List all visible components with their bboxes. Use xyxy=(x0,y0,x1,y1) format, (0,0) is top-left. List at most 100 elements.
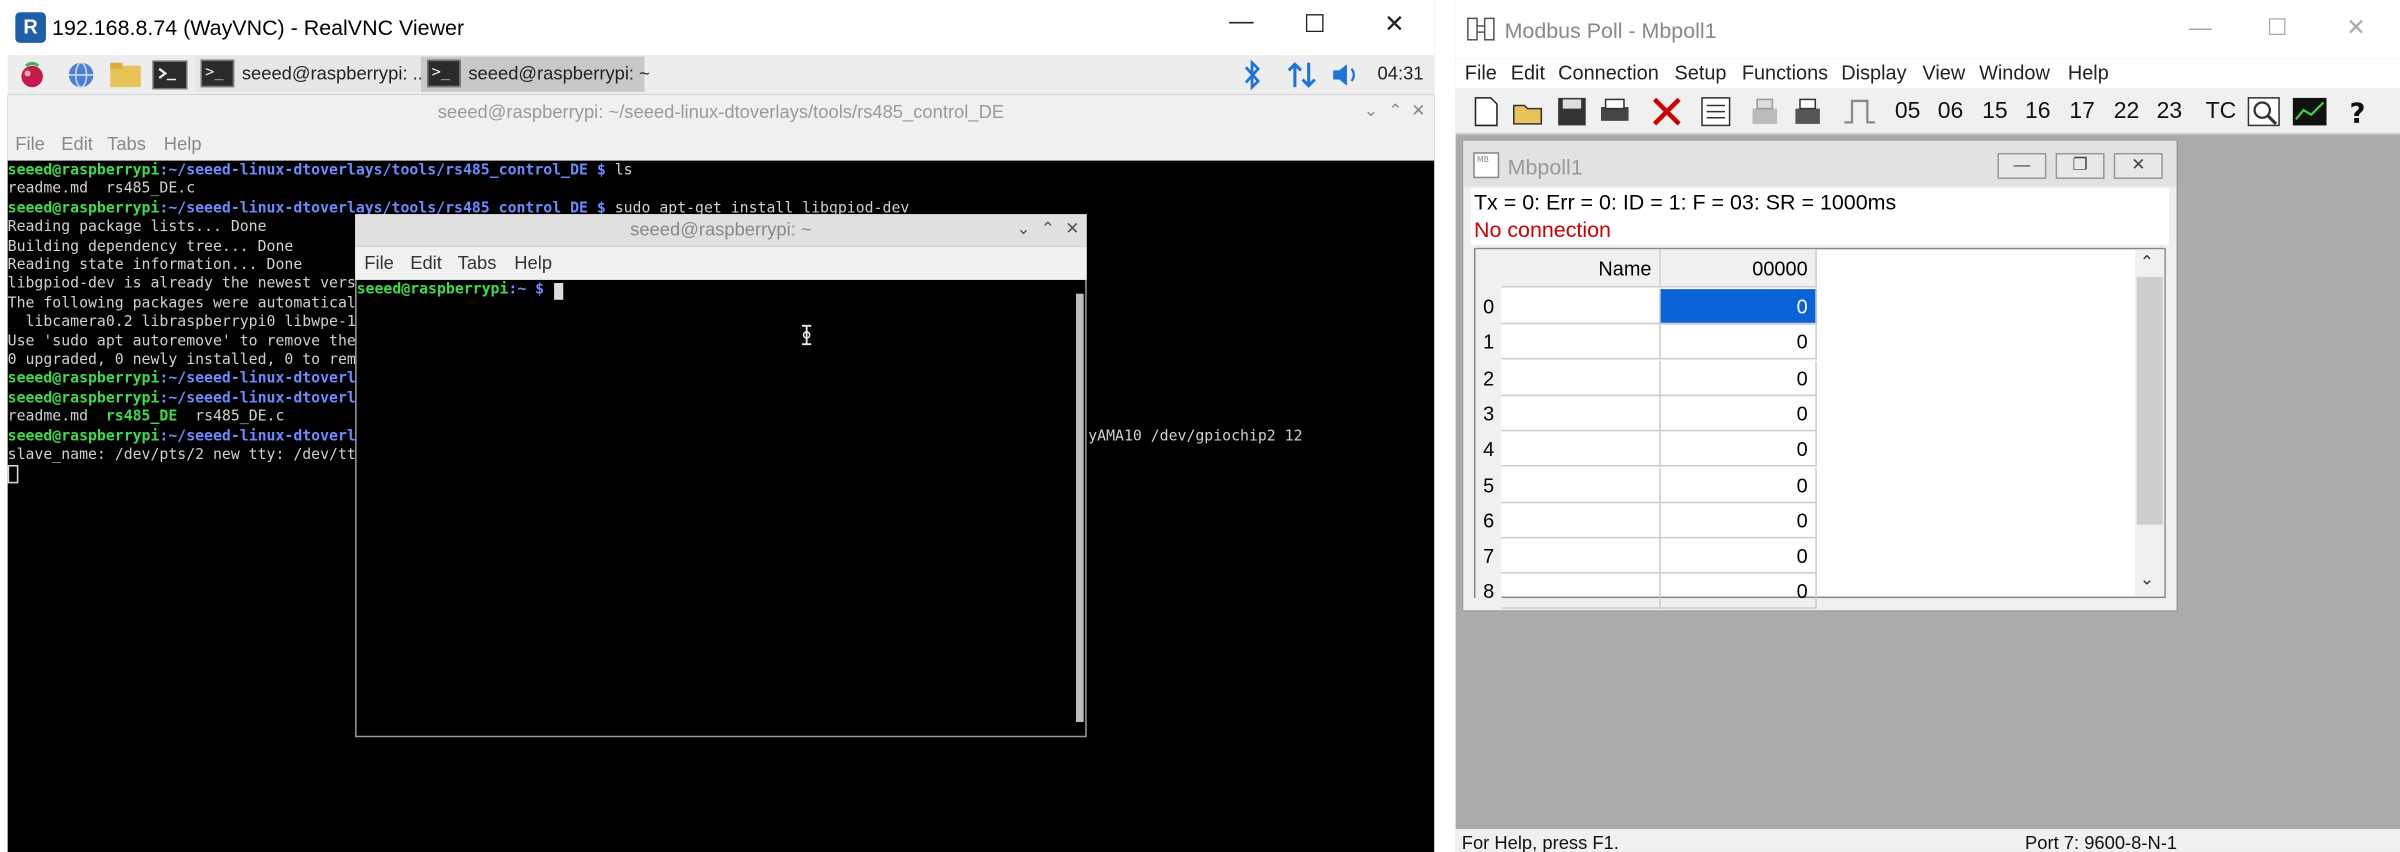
function-05-button[interactable]: 05 xyxy=(1895,98,1921,124)
register-value-cell[interactable]: 0 xyxy=(1660,289,1817,325)
terminal-front-scrollbar[interactable] xyxy=(1076,293,1084,722)
terminal-front-menu-edit[interactable]: Edit xyxy=(410,252,442,273)
scroll-down-icon[interactable]: ⌄ xyxy=(2140,569,2154,589)
terminal-back-maximize-button[interactable]: ⌃ xyxy=(1388,101,1402,120)
register-name-cell[interactable] xyxy=(1501,289,1661,325)
child-restore-button[interactable]: ❐ xyxy=(2055,152,2105,179)
read-device-icon[interactable] xyxy=(1748,96,1782,127)
terminal-back-menu-file[interactable]: File xyxy=(15,133,45,154)
svg-text:?: ? xyxy=(2349,97,2365,127)
printer-device-icon[interactable] xyxy=(1791,96,1825,127)
terminal-front-minimize-button[interactable]: ⌄ xyxy=(1016,219,1030,238)
grid-scroll-thumb[interactable] xyxy=(2136,276,2163,525)
child-close-button[interactable]: ✕ xyxy=(2113,152,2163,179)
row-number[interactable]: 5 xyxy=(1483,473,1494,496)
bluetooth-icon[interactable] xyxy=(1241,59,1262,91)
modbus-window-title: Modbus Poll - Mbpoll1 xyxy=(1504,18,1717,43)
terminal-front-maximize-button[interactable]: ⌃ xyxy=(1041,219,1055,238)
modbus-menu-help[interactable]: Help xyxy=(2068,61,2109,84)
register-value-cell[interactable]: 0 xyxy=(1660,574,1817,610)
terminal-back-title: seeed@raspberrypi: ~/seeed-linux-dtoverl… xyxy=(437,100,1005,123)
modbus-menu-connection[interactable]: Connection xyxy=(1558,61,1659,84)
row-number[interactable]: 4 xyxy=(1483,438,1494,461)
modbus-menu-edit[interactable]: Edit xyxy=(1511,61,1545,84)
row-number[interactable]: 8 xyxy=(1483,580,1494,603)
file-manager-icon[interactable] xyxy=(109,60,141,91)
function-23-button[interactable]: 23 xyxy=(2157,98,2183,124)
register-name-cell[interactable] xyxy=(1501,502,1661,539)
terminal-front-menu-tabs[interactable]: Tabs xyxy=(458,252,497,273)
save-disk-icon[interactable] xyxy=(1555,96,1589,127)
terminal-back-minimize-button[interactable]: ⌄ xyxy=(1364,101,1378,120)
scroll-up-icon[interactable]: ⌃ xyxy=(2140,252,2154,272)
modbus-menu-display[interactable]: Display xyxy=(1841,61,1906,84)
vnc-close-button[interactable]: ✕ xyxy=(1359,9,1429,40)
print-icon[interactable] xyxy=(1598,96,1632,127)
browser-globe-icon[interactable] xyxy=(66,60,97,91)
register-name-cell[interactable] xyxy=(1501,360,1661,396)
register-name-cell[interactable] xyxy=(1501,574,1661,610)
register-value-cell[interactable]: 0 xyxy=(1660,538,1817,574)
register-name-cell[interactable] xyxy=(1501,324,1661,360)
modbus-menu-setup[interactable]: Setup xyxy=(1674,61,1726,84)
window-list-icon[interactable] xyxy=(1699,96,1733,127)
modbus-menu-functions[interactable]: Functions xyxy=(1742,61,1828,84)
register-name-cell[interactable] xyxy=(1501,467,1661,503)
terminal-back-menu-edit[interactable]: Edit xyxy=(61,133,93,154)
traffic-tc-button[interactable]: TC xyxy=(2206,98,2237,124)
column-header-address[interactable]: 00000 xyxy=(1660,249,1817,288)
function-22-button[interactable]: 22 xyxy=(2114,98,2140,124)
terminal-front-menu-help[interactable]: Help xyxy=(514,252,552,273)
register-value-cell[interactable]: 0 xyxy=(1660,467,1817,503)
modbus-menu-view[interactable]: View xyxy=(1922,61,1965,84)
modbus-menu-file[interactable]: File xyxy=(1465,61,1497,84)
raspberry-menu-icon[interactable] xyxy=(17,60,48,91)
taskbar-item-terminal-2[interactable]: >_ seeed@raspberrypi: ~ xyxy=(420,56,650,92)
taskbar-item-terminal-1[interactable]: >_ seeed@raspberrypi: ... xyxy=(194,56,428,92)
register-value-cell[interactable]: 0 xyxy=(1660,360,1817,396)
column-header-name[interactable]: Name xyxy=(1501,249,1661,288)
modbus-close-button[interactable]: ✕ xyxy=(2346,14,2365,42)
chart-trend-icon[interactable] xyxy=(2291,96,2327,127)
realvnc-logo-icon: R xyxy=(15,12,46,43)
terminal-front-prompt: seeed@raspberrypi:~ $ xyxy=(356,281,554,299)
volume-icon[interactable] xyxy=(1330,61,1361,89)
terminal-front-menu-file[interactable]: File xyxy=(364,252,394,273)
row-number[interactable]: 1 xyxy=(1483,331,1494,354)
new-document-icon[interactable] xyxy=(1469,96,1503,127)
pulse-signal-icon[interactable] xyxy=(1843,96,1877,127)
row-number[interactable]: 2 xyxy=(1483,366,1494,389)
row-number[interactable]: 6 xyxy=(1483,509,1494,532)
terminal-front-close-button[interactable]: ✕ xyxy=(1065,219,1079,238)
vnc-maximize-button[interactable]: ☐ xyxy=(1280,9,1350,40)
row-number[interactable]: 0 xyxy=(1483,295,1494,318)
row-number[interactable]: 7 xyxy=(1483,545,1494,568)
open-folder-icon[interactable] xyxy=(1512,96,1546,127)
register-value-cell[interactable]: 0 xyxy=(1660,502,1817,539)
function-17-button[interactable]: 17 xyxy=(2069,98,2095,124)
terminal-back-menubar xyxy=(7,128,1435,161)
zoom-scan-icon[interactable] xyxy=(2247,96,2281,127)
terminal-launcher-icon[interactable] xyxy=(152,60,189,91)
register-name-cell[interactable] xyxy=(1501,431,1661,467)
modbus-menu-window[interactable]: Window xyxy=(1979,61,2050,84)
register-name-cell[interactable] xyxy=(1501,538,1661,574)
function-15-button[interactable]: 15 xyxy=(1982,98,2008,124)
child-minimize-button[interactable]: — xyxy=(1997,152,2047,179)
register-value-cell[interactable]: 0 xyxy=(1660,395,1817,432)
modbus-minimize-button[interactable]: — xyxy=(2189,15,2212,41)
register-value-cell[interactable]: 0 xyxy=(1660,324,1817,360)
modbus-maximize-button[interactable]: ☐ xyxy=(2267,14,2288,42)
terminal-back-close-button[interactable]: ✕ xyxy=(1411,101,1425,120)
network-arrows-icon[interactable] xyxy=(1286,60,1320,91)
vnc-minimize-button[interactable]: — xyxy=(1206,9,1276,37)
register-name-cell[interactable] xyxy=(1501,395,1661,432)
row-number[interactable]: 3 xyxy=(1483,402,1494,425)
terminal-back-menu-tabs[interactable]: Tabs xyxy=(107,133,146,154)
help-question-icon[interactable]: ? xyxy=(2343,96,2377,129)
disconnect-x-icon[interactable] xyxy=(1650,96,1684,127)
function-06-button[interactable]: 06 xyxy=(1938,98,1964,124)
register-value-cell[interactable]: 0 xyxy=(1660,431,1817,467)
terminal-back-menu-help[interactable]: Help xyxy=(164,133,202,154)
function-16-button[interactable]: 16 xyxy=(2025,98,2051,124)
